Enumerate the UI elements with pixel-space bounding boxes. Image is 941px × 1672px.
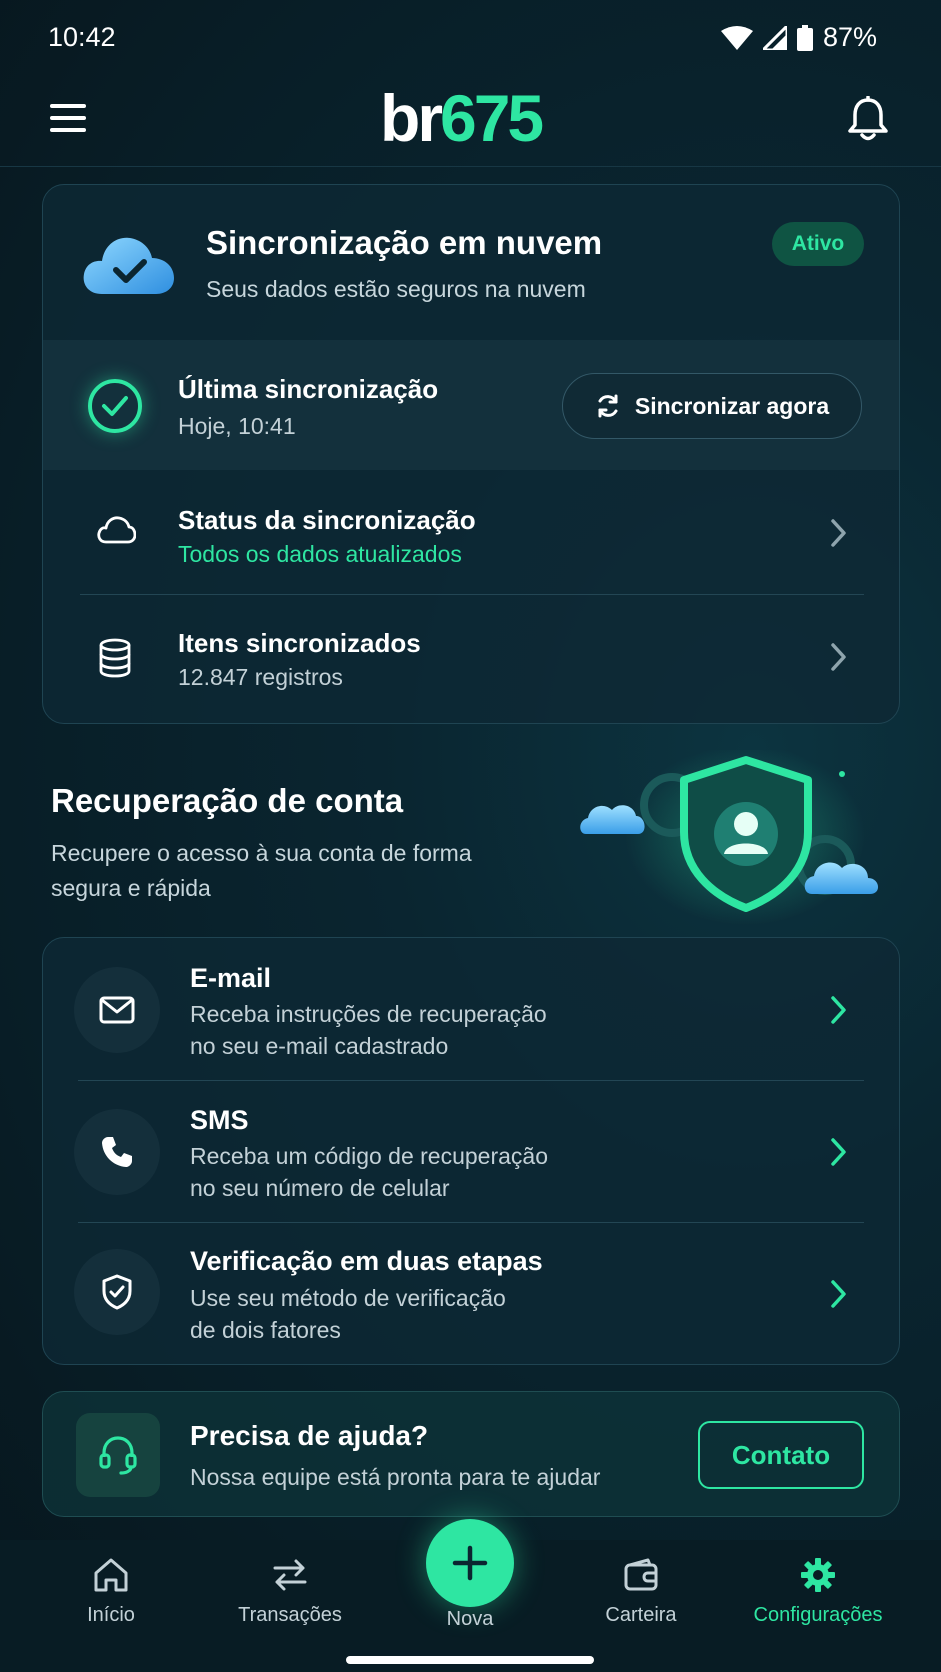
plus-icon [452, 1545, 488, 1581]
option-title-2fa: Verificação em duas etapas [190, 1246, 543, 1276]
nav-label-configuracoes: Configurações [753, 1604, 883, 1626]
shield-check-icon [102, 1274, 132, 1310]
divider [78, 1080, 864, 1081]
synced-items-row[interactable] [43, 596, 899, 720]
home-indicator[interactable] [346, 1656, 594, 1664]
chevron-right-icon [831, 996, 846, 1024]
nav-item-transacoes[interactable]: Transações [205, 1556, 375, 1627]
logo-text-br: br [380, 81, 443, 155]
help-title: Precisa de ajuda? [190, 1420, 429, 1451]
option-desc-email-line1: Receba instruções de recuperação [190, 1001, 547, 1027]
mail-icon-wrap [74, 967, 160, 1053]
status-icons: 87% [720, 22, 877, 53]
wallet-icon [624, 1558, 658, 1591]
database-icon [99, 638, 131, 678]
option-desc-sms-line1: Receba um código de recuperação [190, 1143, 549, 1169]
nav-label-transacoes: Transações [238, 1604, 342, 1626]
nav-label-nova: Nova [446, 1608, 494, 1630]
help-subtitle: Nossa equipe está pronta para te ajudar [190, 1464, 601, 1490]
battery-icon [796, 24, 813, 51]
new-button[interactable] [426, 1519, 514, 1607]
synced-items-title: Itens sincronizados [178, 628, 421, 658]
wifi-icon [720, 25, 753, 50]
home-icon [94, 1558, 128, 1592]
gear-icon [801, 1558, 835, 1592]
phone-icon-wrap [74, 1109, 160, 1195]
chevron-right-icon [831, 1280, 846, 1308]
recovery-title: Recuperação de conta [51, 782, 404, 819]
sync-now-button[interactable]: Sincronizar agora [562, 373, 862, 439]
refresh-icon [598, 394, 618, 418]
divider [80, 594, 864, 595]
headset-icon-wrap [76, 1413, 160, 1497]
bell-icon[interactable] [846, 96, 890, 142]
sync-now-label: Sincronizar agora [634, 392, 830, 419]
option-title-sms: SMS [190, 1105, 249, 1135]
cloud-icon [97, 516, 136, 544]
battery-percent: 87% [822, 22, 877, 52]
signal-icon [762, 25, 787, 50]
last-sync-label: Última sincronização [178, 374, 439, 404]
app-logo: br675 [380, 80, 544, 156]
contact-button[interactable]: Contato [698, 1421, 864, 1489]
cloud-check-icon [83, 237, 174, 294]
headset-icon [99, 1436, 137, 1475]
divider [78, 1222, 864, 1223]
shield-icon-wrap [74, 1249, 160, 1335]
last-sync-value: Hoje, 10:41 [178, 413, 296, 439]
chevron-right-icon [831, 1138, 846, 1166]
synced-items-value: 12.847 registros [178, 664, 343, 690]
chevron-right-icon [831, 643, 846, 671]
logo-text-675: 675 [440, 81, 544, 155]
transfer-icon [273, 1559, 307, 1591]
recovery-subtitle: Recupere o acesso à sua conta de forma s… [51, 840, 472, 901]
nav-label-inicio: Início [87, 1604, 135, 1626]
nav-label-carteira: Carteira [605, 1604, 677, 1626]
sync-subtitle: Seus dados estão seguros na nuvem [206, 276, 586, 302]
chevron-right-icon [831, 519, 846, 547]
sync-status-value: Todos os dados atualizados [178, 541, 462, 567]
nav-item-inicio[interactable]: Início [26, 1556, 196, 1627]
option-desc-2fa-line1: Use seu método de verificação [190, 1285, 506, 1311]
sync-title: Sincronização em nuvem [206, 224, 603, 261]
nav-item-configuracoes[interactable]: Configurações [733, 1556, 903, 1627]
status-badge: Ativo [772, 222, 864, 266]
phone-icon [102, 1137, 132, 1167]
menu-icon[interactable] [46, 98, 90, 138]
option-desc-email-line2: no seu e-mail cadastrado [190, 1033, 449, 1059]
option-title-email: E-mail [190, 963, 272, 993]
mail-icon [99, 996, 135, 1024]
option-desc-sms-line2: no seu número de celular [190, 1175, 450, 1201]
option-desc-2fa-line2: de dois fatores [190, 1317, 341, 1343]
status-time: 10:42 [48, 22, 116, 52]
check-circle-icon [88, 379, 142, 433]
sync-status-title: Status da sincronização [178, 505, 476, 535]
nav-item-carteira[interactable]: Carteira [556, 1556, 726, 1627]
shield-cloud-illustration [580, 750, 879, 925]
header-divider [0, 166, 941, 167]
